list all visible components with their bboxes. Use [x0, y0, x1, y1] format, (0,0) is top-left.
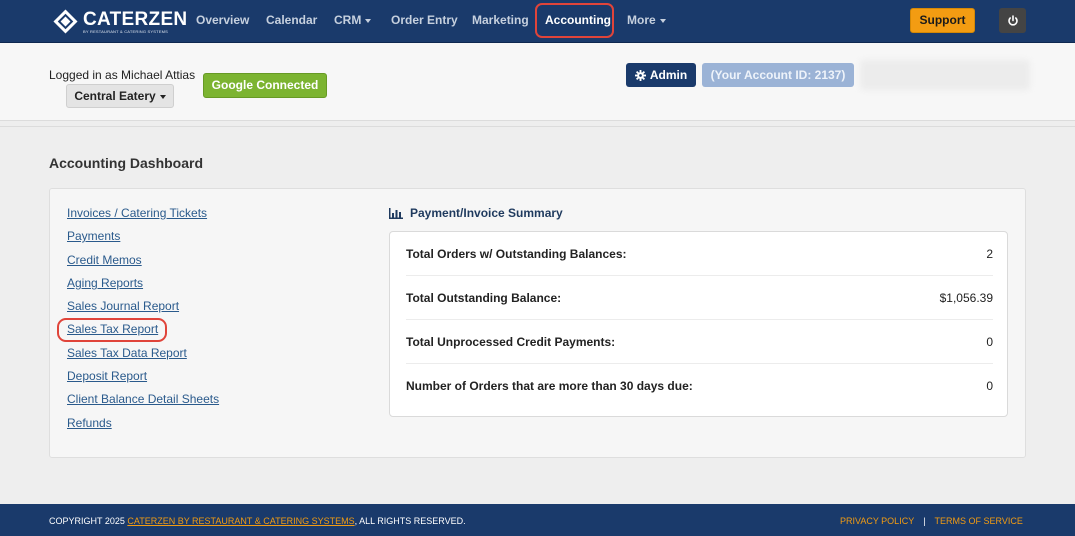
- sales-tax-report-highlight: [57, 318, 167, 342]
- caterzen-diamond-icon: [53, 9, 78, 34]
- summary-value: 0: [986, 379, 993, 393]
- footer-separator: |: [923, 516, 926, 526]
- nav-calendar[interactable]: Calendar: [266, 13, 317, 27]
- bar-chart-icon: [389, 207, 403, 219]
- caterzen-logo[interactable]: CATERZEN BY RESTAURANT & CATERING SYSTEM…: [53, 8, 188, 36]
- page-title: Accounting Dashboard: [49, 155, 204, 171]
- summary-row: Total Outstanding Balance: $1,056.39: [406, 276, 993, 320]
- blurred-region: [860, 60, 1030, 90]
- summary-row: Number of Orders that are more than 30 d…: [406, 364, 993, 408]
- nav-accounting[interactable]: Accounting: [545, 13, 611, 27]
- summary-label: Total Unprocessed Credit Payments:: [406, 334, 616, 349]
- caret-down-icon: [365, 18, 372, 23]
- logo-name: CATERZEN: [83, 9, 188, 30]
- link-sales-tax-data-report[interactable]: Sales Tax Data Report: [67, 346, 219, 369]
- link-invoices[interactable]: Invoices / Catering Tickets: [67, 206, 219, 229]
- link-client-balance-detail-sheets[interactable]: Client Balance Detail Sheets: [67, 392, 219, 415]
- summary-title: Payment/Invoice Summary: [389, 206, 563, 220]
- nav-crm-label: CRM: [334, 13, 362, 27]
- nav-more[interactable]: More: [627, 13, 666, 27]
- summary-row: Total Unprocessed Credit Payments: 0: [406, 320, 993, 364]
- power-icon: [1007, 14, 1018, 26]
- copyright-prefix: COPYRIGHT 2025: [49, 516, 128, 526]
- summary-row: Total Orders w/ Outstanding Balances: 2: [406, 232, 993, 276]
- support-button[interactable]: Support: [910, 8, 975, 33]
- nav-more-label: More: [627, 13, 656, 27]
- admin-button[interactable]: Admin: [626, 63, 696, 87]
- caret-down-icon: [159, 94, 166, 99]
- privacy-policy-link[interactable]: PRIVACY POLICY: [840, 516, 914, 526]
- link-deposit-report[interactable]: Deposit Report: [67, 369, 219, 392]
- google-connected-button[interactable]: Google Connected: [203, 73, 327, 98]
- logout-button[interactable]: [999, 8, 1026, 33]
- nav-marketing[interactable]: Marketing: [472, 13, 529, 27]
- summary-label: Total Orders w/ Outstanding Balances:: [406, 246, 627, 261]
- link-refunds[interactable]: Refunds: [67, 416, 219, 439]
- account-id-badge: (Your Account ID: 2137): [702, 63, 854, 87]
- logo-tagline: BY RESTAURANT & CATERING SYSTEMS: [83, 29, 169, 34]
- nav-crm[interactable]: CRM: [334, 13, 372, 27]
- logged-in-text: Logged in as Michael Attias: [49, 68, 196, 82]
- summary-label: Total Outstanding Balance:: [406, 290, 562, 305]
- summary-label: Number of Orders that are more than 30 d…: [406, 379, 693, 393]
- nav-order-entry[interactable]: Order Entry: [391, 13, 458, 27]
- summary-value: 2: [986, 246, 993, 261]
- summary-box: Total Orders w/ Outstanding Balances: 2 …: [389, 231, 1008, 417]
- copyright: COPYRIGHT 2025 CATERZEN BY RESTAURANT & …: [49, 516, 466, 526]
- footer-links: PRIVACY POLICY | TERMS OF SERVICE: [840, 516, 1023, 526]
- gear-icon: [634, 69, 646, 81]
- copyright-suffix: , ALL RIGHTS RESERVED.: [354, 516, 466, 526]
- link-credit-memos[interactable]: Credit Memos: [67, 253, 219, 276]
- caret-down-icon: [659, 18, 666, 23]
- divider: [0, 126, 1075, 127]
- link-aging-reports[interactable]: Aging Reports: [67, 276, 219, 299]
- terms-of-service-link[interactable]: TERMS OF SERVICE: [935, 516, 1023, 526]
- summary-value: $1,056.39: [939, 290, 993, 305]
- nav-overview[interactable]: Overview: [196, 13, 249, 27]
- location-label: Central Eatery: [74, 89, 156, 103]
- summary-title-text: Payment/Invoice Summary: [410, 206, 563, 220]
- link-payments[interactable]: Payments: [67, 229, 219, 252]
- caterzen-link[interactable]: CATERZEN BY RESTAURANT & CATERING SYSTEM…: [127, 516, 354, 526]
- summary-value: 0: [986, 334, 993, 349]
- admin-label: Admin: [649, 68, 688, 82]
- location-dropdown[interactable]: Central Eatery: [66, 84, 174, 108]
